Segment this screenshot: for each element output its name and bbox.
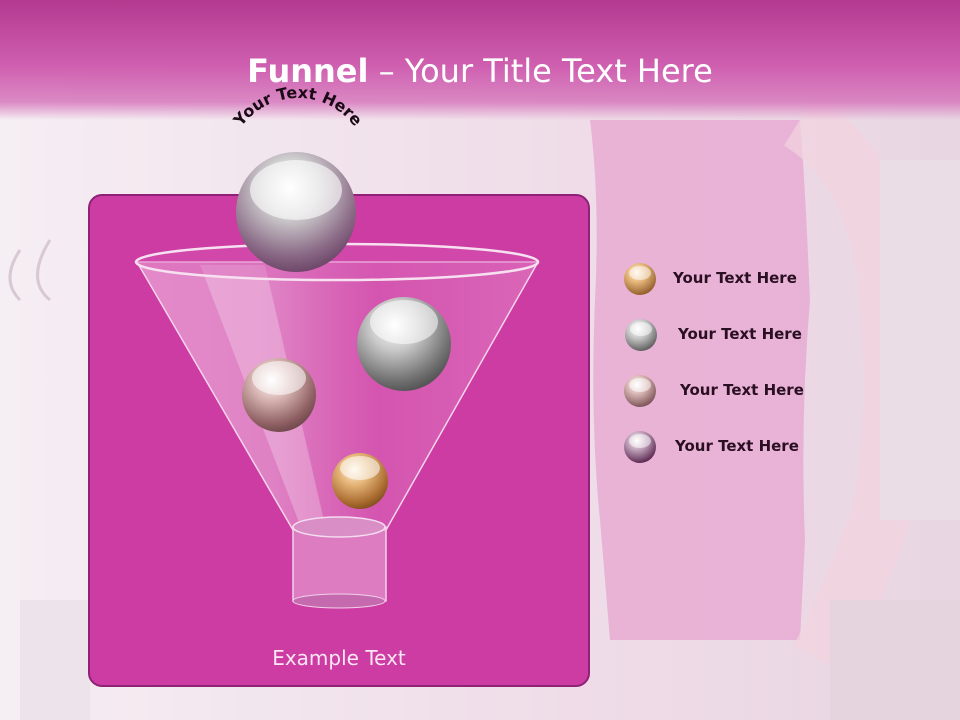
rose-ball-icon bbox=[624, 375, 656, 407]
gray-ball-icon bbox=[625, 319, 657, 351]
top-curved-text: Your Text Here bbox=[229, 83, 367, 130]
example-text: Example Text bbox=[272, 646, 406, 670]
legend-label-1: Your Text Here bbox=[673, 269, 797, 287]
funnel-spout bbox=[292, 526, 387, 602]
plum-ball-icon bbox=[624, 431, 656, 463]
funnel-diagram: Your Text Here bbox=[134, 83, 540, 609]
amber-ball-icon bbox=[624, 263, 656, 295]
legend-label-3: Your Text Here bbox=[680, 381, 804, 399]
legend-label-2: Your Text Here bbox=[678, 325, 802, 343]
legend-label-4: Your Text Here bbox=[675, 437, 799, 455]
